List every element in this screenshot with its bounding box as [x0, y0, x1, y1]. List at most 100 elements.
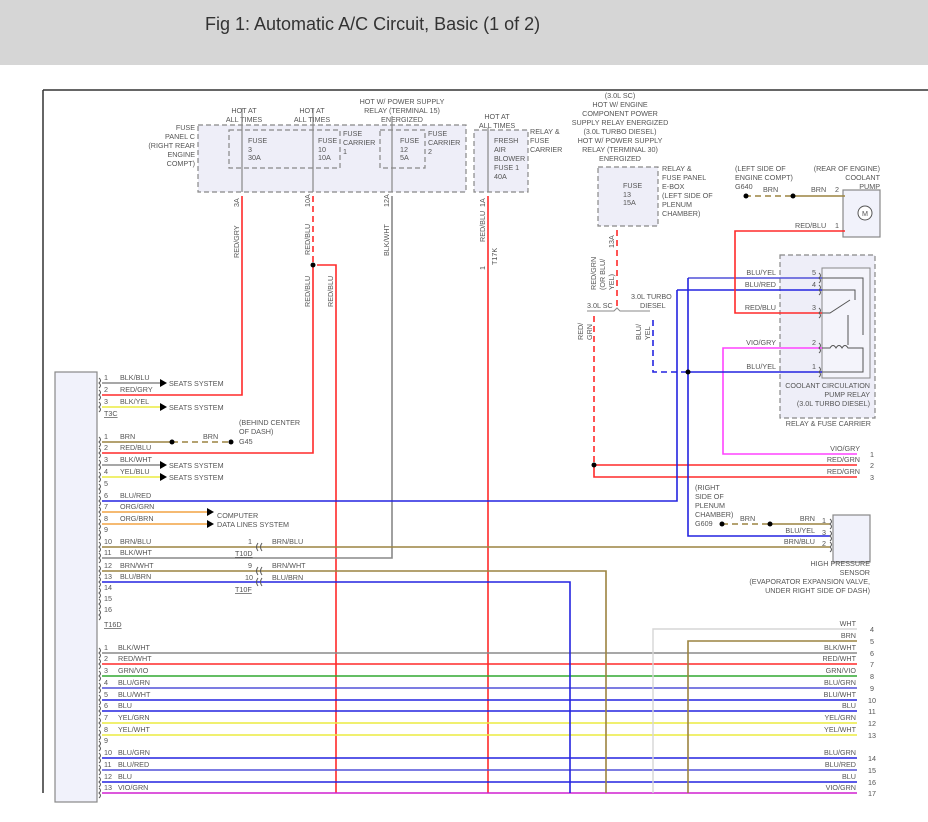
- svg-text:FUSE: FUSE: [248, 136, 267, 145]
- splice-dot: [685, 369, 691, 375]
- svg-text:(LEFT SIDE OF: (LEFT SIDE OF: [662, 191, 713, 200]
- arrow-icon: [207, 508, 214, 516]
- svg-text:T10D: T10D: [235, 549, 253, 558]
- wire-label: BRN: [800, 514, 815, 523]
- svg-text:ENGINE: ENGINE: [167, 150, 195, 159]
- wire-label: VIO/GRN: [826, 783, 856, 792]
- wire-label: WHT: [840, 619, 857, 628]
- svg-text:30A: 30A: [248, 153, 261, 162]
- pin-number: 7: [870, 660, 874, 669]
- svg-text:RED/BLU: RED/BLU: [326, 276, 335, 307]
- pin-number: 2: [104, 654, 108, 663]
- svg-text:1A: 1A: [478, 198, 487, 207]
- arrow-icon: [207, 520, 214, 528]
- splice-dot: [767, 521, 773, 527]
- pin-number: 2: [870, 461, 874, 470]
- arrow-icon: [160, 473, 167, 481]
- svg-text:T10F: T10F: [235, 585, 252, 594]
- wire-label: YEL/BLU: [120, 467, 150, 476]
- svg-text:RELAY &: RELAY &: [662, 164, 692, 173]
- wire-label: BLU/RED: [118, 760, 149, 769]
- pin-number: 12: [868, 719, 876, 728]
- svg-text:FUSE: FUSE: [318, 136, 337, 145]
- pin-number: 1: [104, 432, 108, 441]
- vertical-wire-labels: 3A RED/GRY 10A RED/BLU RED/BLU RED/BLU 1…: [232, 194, 499, 307]
- pin-number: 1: [812, 362, 816, 371]
- connector-pin-icon: [98, 682, 101, 694]
- pin-number: 4: [812, 280, 816, 289]
- pin-number: 13: [868, 731, 876, 740]
- wire-label: RED/WHT: [118, 654, 152, 663]
- svg-text:(3.0L TURBO DIESEL): (3.0L TURBO DIESEL): [583, 127, 656, 136]
- pin-number: 10: [104, 748, 112, 757]
- svg-text:RED/BLU: RED/BLU: [303, 276, 312, 307]
- wire-label: BLU/GRN: [118, 748, 150, 757]
- connector-pin-icon: [98, 729, 101, 741]
- svg-text:RELAY &: RELAY &: [530, 127, 560, 136]
- wire-label: YEL/GRN: [118, 713, 150, 722]
- svg-text:AIR: AIR: [494, 145, 506, 154]
- svg-text:DIESEL: DIESEL: [640, 301, 666, 310]
- svg-text:(RIGHT: (RIGHT: [695, 483, 720, 492]
- fuse-panel-c-label: FUSEPANEL C(RIGHT REARENGINECOMPT): [148, 123, 195, 168]
- wire-label: BLU/GRN: [824, 678, 856, 687]
- pin-number: 5: [104, 479, 108, 488]
- pin-number: 3: [104, 397, 108, 406]
- svg-text:T17K: T17K: [490, 248, 499, 265]
- pin-number: 1: [104, 643, 108, 652]
- splice-dot: [591, 462, 597, 468]
- pin-number: 3: [104, 455, 108, 464]
- svg-text:FRESH: FRESH: [494, 136, 518, 145]
- svg-text:HOT W/ POWER SUPPLY: HOT W/ POWER SUPPLY: [360, 97, 445, 106]
- ground-icon: [228, 439, 234, 445]
- pin-number: 12: [104, 772, 112, 781]
- splice-dot: [790, 193, 796, 199]
- svg-text:BRN: BRN: [811, 185, 826, 194]
- svg-text:RED/BLU: RED/BLU: [795, 221, 826, 230]
- hot-at-all-times-3: HOT ATALL TIMES: [479, 112, 516, 130]
- destination-label: SEATS SYSTEM: [169, 473, 224, 482]
- svg-text:(REAR OF ENGINE): (REAR OF ENGINE): [814, 164, 880, 173]
- connector-pin-icon: [98, 541, 101, 553]
- svg-text:(RIGHT REAR: (RIGHT REAR: [148, 141, 195, 150]
- wire-label: BRN/WHT: [120, 561, 154, 570]
- ground-icon: [743, 193, 749, 199]
- wiring-diagram: FUSEPANEL C(RIGHT REARENGINECOMPT) HOT A…: [42, 89, 928, 803]
- wire-label: BLK/YEL: [120, 397, 149, 406]
- wire-label: BLU: [842, 772, 856, 781]
- connector-pin-icon: [829, 530, 832, 542]
- wire-label: VIO/GRN: [118, 783, 148, 792]
- pin-number: 7: [104, 713, 108, 722]
- pin-number: 9: [870, 684, 874, 693]
- svg-text:HOT AT: HOT AT: [299, 106, 325, 115]
- wire-label: BLU/YEL: [746, 362, 776, 371]
- svg-text:RED/GRY: RED/GRY: [232, 225, 241, 258]
- wire-label: BLU/RED: [745, 280, 776, 289]
- svg-text:ALL TIMES: ALL TIMES: [226, 115, 263, 124]
- pin-number: 2: [104, 443, 108, 452]
- motor-symbol: M: [862, 209, 868, 218]
- wire-label: ORG/BRN: [120, 514, 154, 523]
- svg-text:COOLANT: COOLANT: [845, 173, 880, 182]
- wire-brn-wht: [102, 570, 607, 793]
- pin-number: 17: [868, 789, 876, 798]
- wire-label: RED/BLU: [745, 303, 776, 312]
- connector-pin-icon: [98, 471, 101, 483]
- arrow-icon: [160, 379, 167, 387]
- connector-pin-icon: [98, 447, 101, 459]
- wire-label: VIO/GRY: [746, 338, 776, 347]
- wire-label: RED/GRN: [827, 455, 860, 464]
- pin-number: 6: [104, 701, 108, 710]
- svg-text:CHAMBER): CHAMBER): [695, 510, 733, 519]
- connector-pin-icon: [98, 658, 101, 670]
- arrow-icon: [160, 403, 167, 411]
- relay-fuse-carrier-label: RELAY & FUSE CARRIER: [786, 419, 871, 428]
- relay-fuse-carrier-label: RELAY &FUSECARRIER: [530, 127, 562, 154]
- connector-pin-icon: [98, 389, 101, 401]
- connector-pin-icon: [98, 705, 101, 717]
- arrow-icon: [160, 461, 167, 469]
- destination-label: DATA LINES SYSTEM: [217, 520, 289, 529]
- svg-text:12A: 12A: [382, 194, 391, 207]
- svg-text:BRN: BRN: [763, 185, 778, 194]
- pin-number: 13: [104, 783, 112, 792]
